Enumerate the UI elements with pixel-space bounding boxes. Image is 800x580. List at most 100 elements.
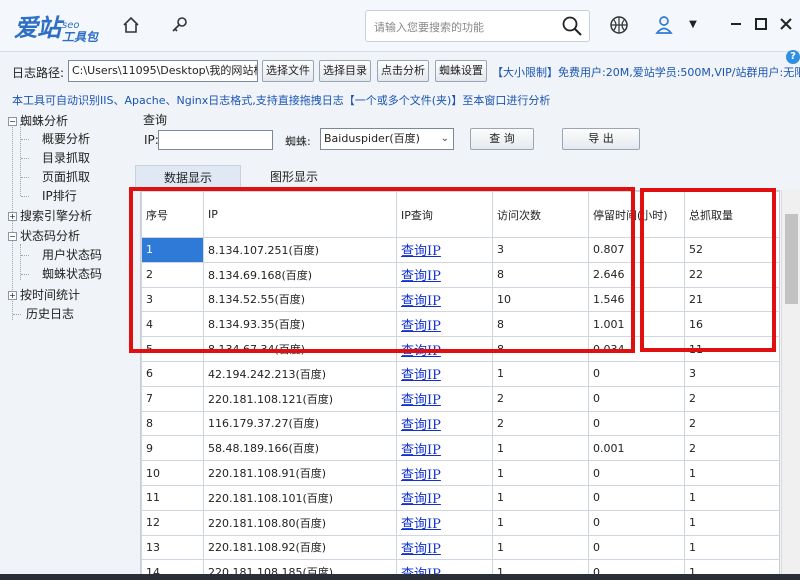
- cell-ip-query: 查询IP: [396, 410, 493, 437]
- settings-tool-icon[interactable]: [167, 12, 193, 38]
- table-row[interactable]: 14 220.181.108.185(百度) 查询IP 1 0 1: [141, 559, 779, 574]
- search-input[interactable]: [374, 17, 554, 37]
- search-icon[interactable]: [561, 15, 583, 37]
- cell-index: 8: [141, 410, 204, 437]
- cell-total-crawl: 1: [684, 484, 779, 511]
- query-button[interactable]: 查 询: [470, 128, 534, 150]
- maximize-icon[interactable]: [751, 14, 771, 34]
- cell-visits: 1: [492, 559, 589, 574]
- vertical-scrollbar[interactable]: [781, 190, 800, 575]
- tree-status-code[interactable]: − 状态码分析: [8, 227, 80, 245]
- tree-spider-status[interactable]: 蜘蛛状态码: [42, 265, 102, 283]
- query-ip-link[interactable]: 查询IP: [401, 393, 441, 408]
- cell-stay-time: 0: [588, 534, 685, 561]
- table-row[interactable]: 11 220.181.108.101(百度) 查询IP 1 0 1: [141, 484, 779, 511]
- cell-ip: 220.181.108.80(百度): [203, 509, 397, 536]
- query-ip-link[interactable]: 查询IP: [401, 368, 441, 383]
- table-row[interactable]: 8 116.179.37.27(百度) 查询IP 2 0 2: [141, 410, 779, 437]
- cell-stay-time: 0.001: [588, 435, 685, 462]
- home-icon[interactable]: [118, 12, 144, 38]
- cell-total-crawl: 1: [684, 509, 779, 536]
- tab-chart-display[interactable]: 图形显示: [241, 165, 347, 189]
- analyze-button[interactable]: 点击分析: [377, 60, 429, 82]
- table-row[interactable]: 13 220.181.108.92(百度) 查询IP 1 0 1: [141, 534, 779, 561]
- query-ip-link[interactable]: 查询IP: [401, 468, 441, 483]
- table-row[interactable]: 10 220.181.108.91(百度) 查询IP 1 0 1: [141, 460, 779, 486]
- tree-page-crawl[interactable]: 页面抓取: [42, 168, 90, 186]
- cell-stay-time: 0: [588, 360, 685, 387]
- spider-label: 蜘蛛:: [285, 135, 311, 148]
- cell-ip: 220.181.108.121(百度): [203, 385, 397, 412]
- cell-visits: 1: [492, 360, 589, 387]
- basketball-icon[interactable]: [606, 12, 632, 38]
- search-box: [365, 10, 590, 42]
- tree-spider-analysis[interactable]: − 蜘蛛分析: [8, 112, 68, 130]
- close-icon[interactable]: [776, 14, 796, 34]
- minimize-icon[interactable]: [726, 14, 746, 34]
- ip-query-input[interactable]: [158, 130, 273, 150]
- cell-index: 9: [141, 435, 204, 462]
- cell-visits: 1: [492, 435, 589, 462]
- cell-ip: 220.181.108.185(百度): [203, 559, 397, 574]
- cell-index: 6: [141, 360, 204, 387]
- path-label: 日志路径:: [12, 66, 65, 80]
- cell-total-crawl: 1: [684, 460, 779, 486]
- chevron-down-icon[interactable]: ▼: [683, 14, 703, 34]
- query-ip-link[interactable]: 查询IP: [401, 517, 441, 532]
- user-avatar-icon[interactable]: [651, 12, 677, 38]
- cell-ip-query: 查询IP: [396, 435, 493, 462]
- table-row[interactable]: 6 42.194.242.213(百度) 查询IP 1 0 3: [141, 360, 779, 387]
- cell-stay-time: 0: [588, 410, 685, 437]
- expand-icon[interactable]: +: [8, 212, 17, 221]
- cell-ip: 220.181.108.101(百度): [203, 484, 397, 511]
- tree-dir-crawl[interactable]: 目录抓取: [42, 149, 90, 167]
- table-row[interactable]: 7 220.181.108.121(百度) 查询IP 2 0 2: [141, 385, 779, 412]
- spider-settings-button[interactable]: 蜘蛛设置: [435, 60, 487, 82]
- cell-index: 12: [141, 509, 204, 536]
- cell-index: 7: [141, 385, 204, 412]
- log-path-field[interactable]: C:\Users\11095\Desktop\我的网站根: [68, 60, 258, 82]
- chevron-down-icon: ⌄: [440, 133, 449, 144]
- scrollbar-thumb[interactable]: [785, 214, 798, 304]
- cell-visits: 1: [492, 484, 589, 511]
- cell-total-crawl: 3: [684, 360, 779, 387]
- table-row[interactable]: 9 58.48.189.166(百度) 查询IP 1 0.001 2: [141, 435, 779, 462]
- expand-icon[interactable]: +: [8, 291, 17, 300]
- size-limit-text: 【大小限制】免费用户:20M,爱站学员:500M,VIP/站群用户:无限制: [492, 66, 800, 79]
- tree-overview[interactable]: 概要分析: [42, 130, 90, 148]
- tree-ip-rank[interactable]: IP排行: [42, 187, 77, 205]
- cell-ip: 116.179.37.27(百度): [203, 410, 397, 437]
- logo-main-text: 爱站: [14, 13, 61, 42]
- collapse-icon[interactable]: −: [8, 117, 17, 126]
- cell-total-crawl: 1: [684, 559, 779, 574]
- spider-select[interactable]: Baiduspider(百度) ⌄: [320, 128, 454, 150]
- tree-search-engine[interactable]: + 搜索引擎分析: [8, 207, 92, 225]
- cell-total-crawl: 2: [684, 385, 779, 412]
- collapse-icon[interactable]: −: [8, 232, 17, 241]
- query-ip-link[interactable]: 查询IP: [401, 443, 441, 458]
- cell-ip-query: 查询IP: [396, 460, 493, 486]
- table-row[interactable]: 12 220.181.108.80(百度) 查询IP 1 0 1: [141, 509, 779, 536]
- cell-visits: 1: [492, 460, 589, 486]
- query-ip-link[interactable]: 查询IP: [401, 492, 441, 507]
- cell-total-crawl: 2: [684, 410, 779, 437]
- select-file-button[interactable]: 选择文件: [262, 60, 314, 82]
- cell-stay-time: 0: [588, 385, 685, 412]
- cell-stay-time: 0: [588, 559, 685, 574]
- ip-label: IP:: [144, 133, 159, 147]
- select-directory-button[interactable]: 选择目录: [319, 60, 371, 82]
- cell-ip-query: 查询IP: [396, 385, 493, 412]
- tree-history[interactable]: 历史日志: [26, 305, 74, 323]
- app-logo: 爱站 seo 工具包: [14, 8, 98, 43]
- taskbar-strip: [0, 574, 800, 580]
- tree-user-status[interactable]: 用户状态码: [42, 246, 102, 264]
- cell-ip: 42.194.242.213(百度): [203, 360, 397, 387]
- query-ip-link[interactable]: 查询IP: [401, 418, 441, 433]
- tab-data-display[interactable]: 数据显示: [135, 165, 241, 189]
- tree-time-stats[interactable]: + 按时间统计: [8, 286, 80, 304]
- cell-visits: 1: [492, 534, 589, 561]
- cell-index: 14: [141, 559, 204, 574]
- export-button[interactable]: 导 出: [562, 128, 640, 150]
- query-ip-link[interactable]: 查询IP: [401, 542, 441, 557]
- cell-ip: 58.48.189.166(百度): [203, 435, 397, 462]
